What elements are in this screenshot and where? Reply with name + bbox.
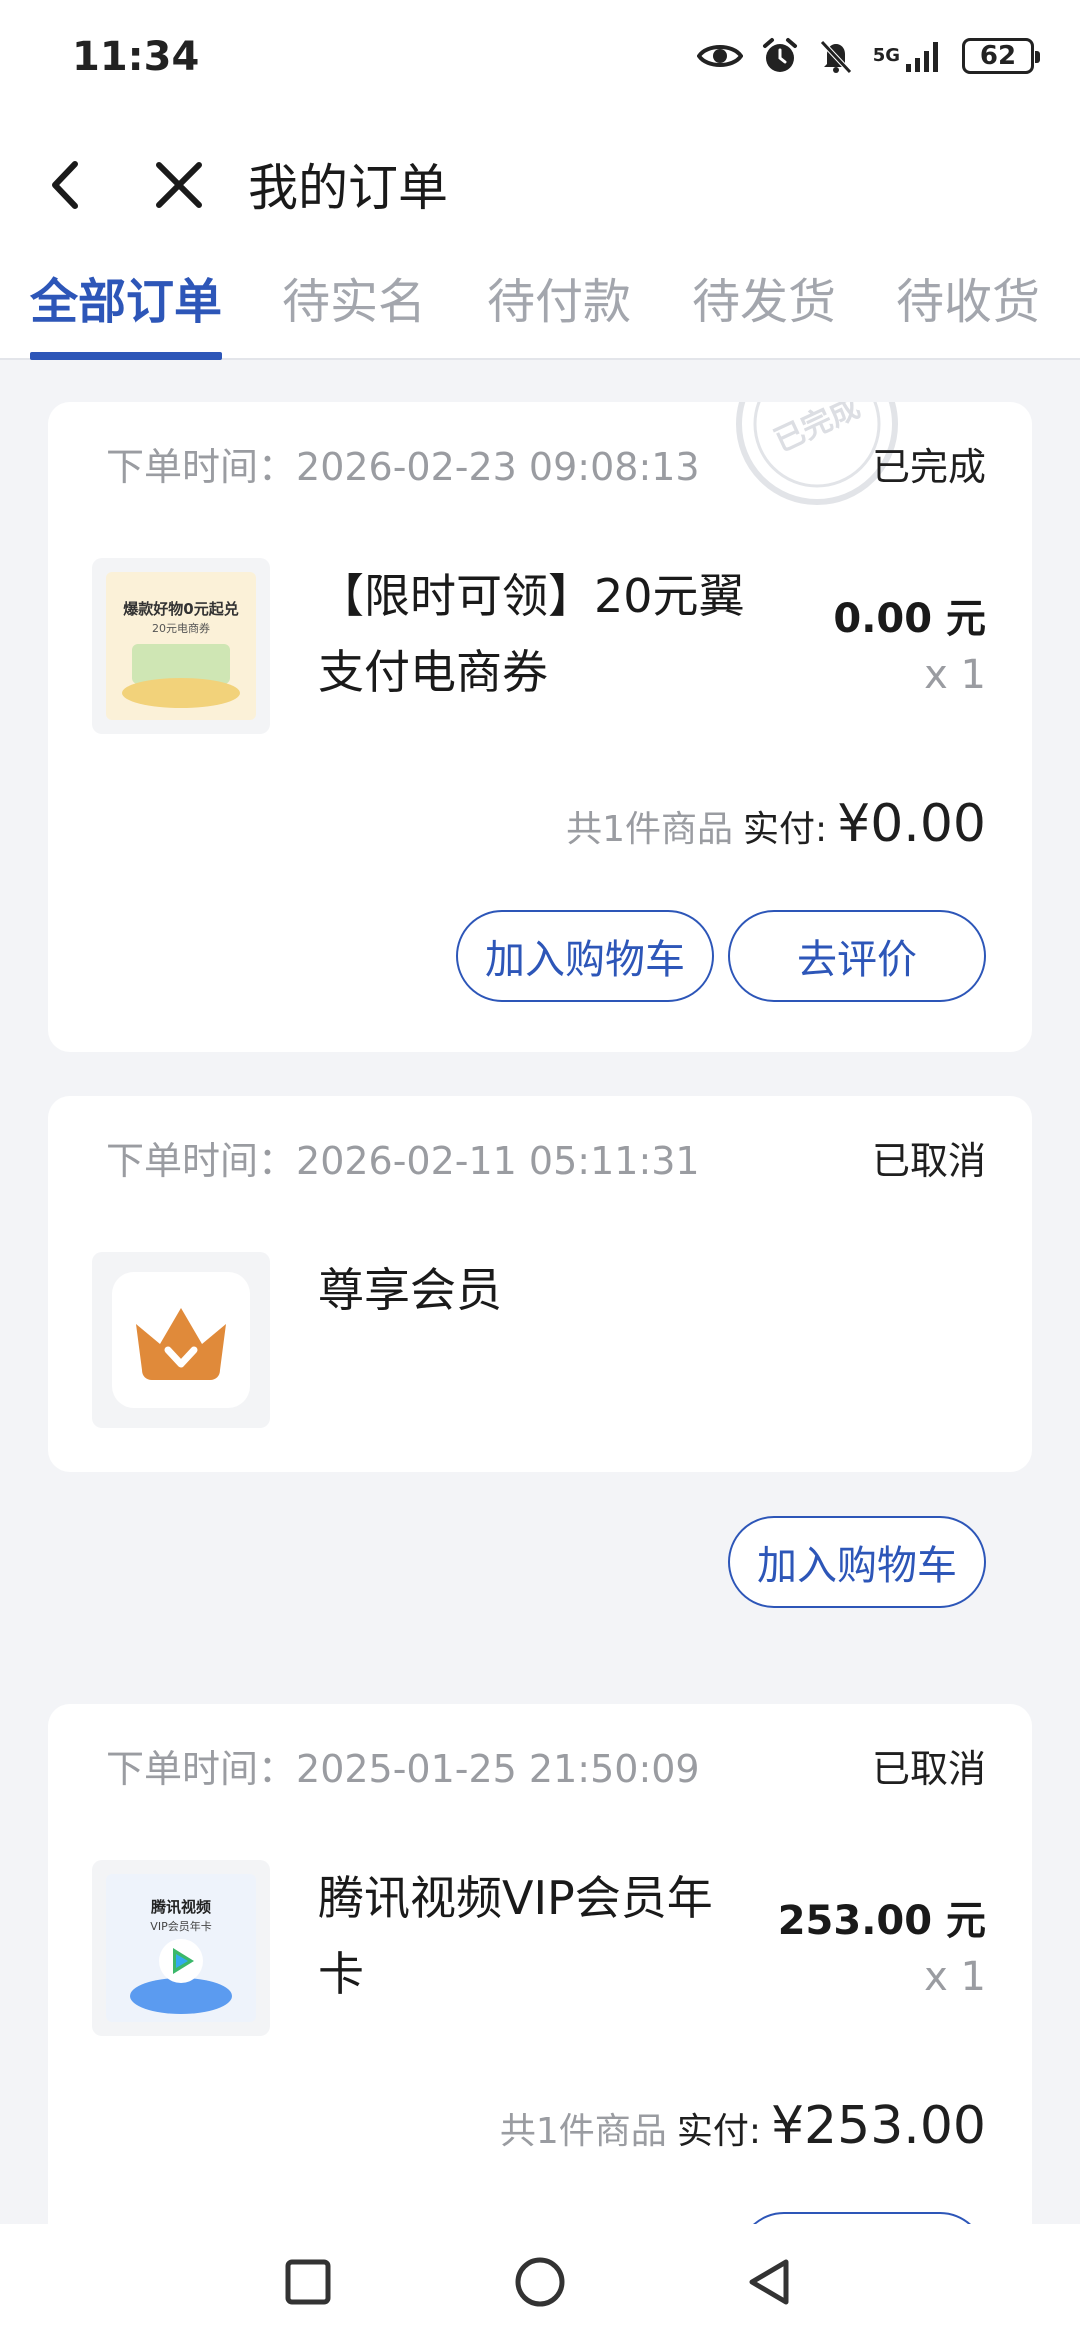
order-time-value: 2025-01-25 21:50:09 bbox=[296, 1747, 700, 1791]
order-status: 已取消 bbox=[871, 1139, 986, 1183]
order-summary: 共1件商品 实付: ¥0.00 bbox=[566, 794, 986, 854]
product-name[interactable]: 尊享会员 bbox=[318, 1252, 748, 1328]
thumb-subline: VIP会员年卡 bbox=[150, 1920, 212, 1933]
podium-image bbox=[122, 678, 240, 708]
order-time-value: 2026-02-11 05:11:31 bbox=[296, 1139, 700, 1183]
item-count: 共1件商品 bbox=[499, 2111, 667, 2152]
product-name[interactable]: 【限时可领】20元翼支付电商券 bbox=[318, 558, 748, 710]
item-count: 共1件商品 bbox=[566, 809, 733, 850]
recent-apps-button[interactable] bbox=[278, 2252, 338, 2312]
order-card[interactable]: 已完成 下单时间：2026-02-23 09:08:13 已完成 爆款好物0元起… bbox=[48, 402, 1032, 1052]
paid-total: ¥253.00 bbox=[770, 2096, 986, 2156]
product-thumbnail[interactable]: 爆款好物0元起兑 20元电商券 bbox=[92, 558, 270, 734]
close-button[interactable] bbox=[144, 150, 214, 220]
network-type: 5G bbox=[872, 45, 900, 66]
order-status: 已完成 bbox=[871, 445, 986, 489]
signal-icon: 5G bbox=[873, 36, 944, 76]
unit-price: 0.00 元 bbox=[833, 596, 986, 642]
coupon-image: 爆款好物0元起兑 20元电商券 bbox=[106, 572, 256, 720]
vip-card-image: 腾讯视频 VIP会员年卡 bbox=[106, 1874, 256, 2022]
active-tab-indicator bbox=[30, 352, 222, 360]
chevron-left-icon bbox=[52, 161, 78, 209]
battery-indicator: 62 bbox=[962, 38, 1040, 74]
order-card[interactable]: 下单时间：2026-02-11 05:11:31 已取消 尊享会员 加入购物车 bbox=[48, 1096, 1032, 1608]
order-action-button[interactable] bbox=[738, 2212, 986, 2224]
thumb-headline: 腾讯视频 bbox=[150, 1898, 211, 1916]
mute-bell-icon bbox=[817, 36, 855, 76]
order-time: 下单时间：2025-01-25 21:50:09 bbox=[106, 1738, 700, 1793]
order-time: 下单时间：2026-02-23 09:08:13 bbox=[106, 436, 700, 491]
review-button[interactable]: 去评价 bbox=[728, 910, 986, 1002]
home-button[interactable] bbox=[510, 2252, 570, 2312]
order-list: 已完成 下单时间：2026-02-23 09:08:13 已完成 爆款好物0元起… bbox=[48, 402, 1032, 2224]
order-tabs: 全部订单 待实名 待付款 待发货 待收货 bbox=[0, 262, 1080, 360]
order-time-value: 2026-02-23 09:08:13 bbox=[296, 445, 700, 489]
order-card[interactable]: 下单时间：2025-01-25 21:50:09 已取消 腾讯视频 VIP会员年… bbox=[48, 1704, 1032, 2224]
crown-image bbox=[112, 1272, 250, 1408]
paid-total: ¥0.00 bbox=[837, 794, 986, 854]
crown-icon bbox=[136, 1308, 226, 1380]
product-thumbnail[interactable] bbox=[92, 1252, 270, 1428]
tab-pending-shipment[interactable]: 待发货 bbox=[692, 262, 836, 360]
order-time-label: 下单时间： bbox=[106, 445, 297, 489]
thumb-subline: 20元电商券 bbox=[152, 622, 210, 635]
add-to-cart-button[interactable]: 加入购物车 bbox=[728, 1516, 986, 1608]
page-title: 我的订单 bbox=[248, 159, 448, 217]
circle-icon bbox=[515, 2257, 565, 2307]
order-status: 已取消 bbox=[871, 1747, 986, 1791]
back-button[interactable] bbox=[30, 150, 100, 220]
header: 我的订单 全部订单 待实名 待付款 待发货 待收货 bbox=[0, 120, 1080, 360]
tab-all-orders[interactable]: 全部订单 bbox=[30, 262, 222, 360]
status-bar: 11:34 5G 62 bbox=[0, 0, 1080, 120]
tencent-video-logo-icon bbox=[159, 1939, 203, 1983]
triangle-back-icon bbox=[749, 2259, 789, 2305]
back-nav-button[interactable] bbox=[740, 2252, 800, 2312]
status-icons: 5G 62 bbox=[696, 36, 1040, 76]
close-icon bbox=[156, 162, 202, 208]
square-icon bbox=[285, 2259, 331, 2305]
order-time-label: 下单时间： bbox=[106, 1139, 297, 1183]
quantity: x 1 bbox=[924, 652, 986, 698]
add-to-cart-button[interactable]: 加入购物车 bbox=[456, 910, 714, 1002]
system-nav-bar bbox=[0, 2224, 1080, 2340]
product-name[interactable]: 腾讯视频VIP会员年卡 bbox=[318, 1860, 748, 2012]
paid-label: 实付: bbox=[742, 809, 828, 850]
alarm-icon bbox=[761, 36, 799, 76]
quantity: x 1 bbox=[924, 1954, 986, 2000]
tab-pending-receipt[interactable]: 待收货 bbox=[896, 262, 1040, 360]
stamp-text: 已完成 bbox=[769, 402, 865, 459]
status-time: 11:34 bbox=[72, 34, 200, 80]
tab-pending-verification[interactable]: 待实名 bbox=[282, 262, 426, 360]
unit-price: 253.00 元 bbox=[777, 1898, 986, 1944]
thumb-headline: 爆款好物0元起兑 bbox=[123, 600, 239, 618]
order-time: 下单时间：2026-02-11 05:11:31 bbox=[106, 1130, 700, 1185]
paid-label: 实付: bbox=[676, 2111, 761, 2152]
order-time-label: 下单时间： bbox=[106, 1747, 297, 1791]
product-thumbnail[interactable]: 腾讯视频 VIP会员年卡 bbox=[92, 1860, 270, 2036]
order-summary: 共1件商品 实付: ¥253.00 bbox=[500, 2096, 986, 2156]
tab-pending-payment[interactable]: 待付款 bbox=[487, 262, 631, 360]
eye-icon bbox=[696, 36, 743, 76]
